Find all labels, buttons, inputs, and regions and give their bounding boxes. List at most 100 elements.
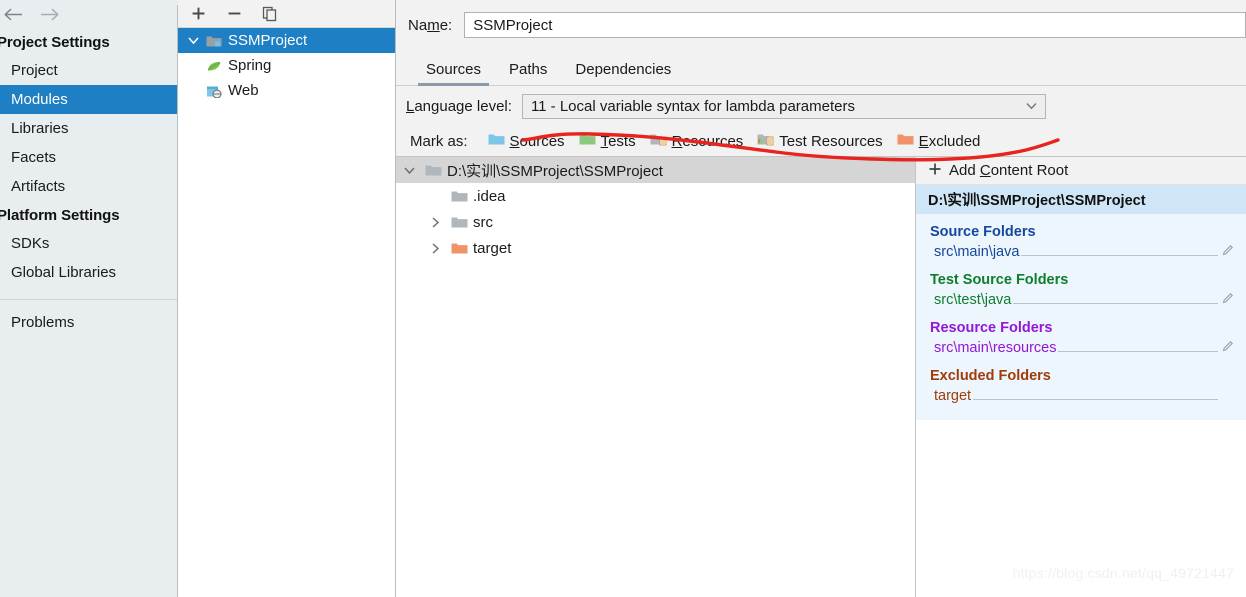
sidebar-item-label: Problems (11, 314, 75, 331)
chevron-right-icon[interactable] (422, 242, 448, 254)
mnemonic-char: E (918, 132, 929, 150)
sidebar-item-libraries[interactable]: Libraries (0, 114, 177, 143)
sidebar-item-artifacts[interactable]: Artifacts (0, 172, 177, 201)
sidebar-item-label: Project (11, 62, 58, 79)
test-source-folders-title: Test Source Folders (930, 272, 1069, 288)
module-name-value: SSMProject (473, 16, 553, 34)
remove-module-icon[interactable] (224, 4, 244, 24)
sidebar-group-project-settings: Project Settings (0, 34, 110, 51)
sidebar-item-sdks[interactable]: SDKs (0, 229, 177, 258)
excluded-folder-path: target (934, 388, 972, 404)
test-resources-folder-icon (757, 132, 774, 150)
sidebar-item-label: Libraries (11, 120, 69, 137)
entry-rule (1058, 350, 1218, 352)
add-prefix: Add (949, 162, 980, 179)
tab-dependencies[interactable]: Dependencies (561, 61, 685, 85)
label-rest: xcluded (928, 132, 981, 150)
sources-split-pane: D:\实训\SSMProject\SSMProject .idea src ta… (396, 156, 1246, 597)
module-name-label: Name: (408, 16, 453, 34)
excluded-folders-title: Excluded Folders (930, 368, 1051, 384)
tab-label: Dependencies (575, 61, 672, 78)
plus-icon (928, 162, 942, 179)
folder-tree-row-src[interactable]: src (396, 209, 915, 235)
content-folder-tree: D:\实训\SSMProject\SSMProject .idea src ta… (396, 157, 916, 597)
content-roots-body: D:\实训\SSMProject\SSMProject Source Folde… (916, 185, 1246, 420)
tab-label: Sources (426, 61, 482, 78)
mark-as-label: Mark as: (410, 132, 468, 150)
modules-tree: SSMProject Spring Web (178, 28, 395, 597)
sidebar-item-label: Artifacts (11, 178, 66, 195)
edit-pencil-icon[interactable] (1222, 244, 1236, 258)
sidebar-item-label: Facets (11, 149, 57, 166)
content-roots-panel: Add Content Root D:\实训\SSMProject\SSMPro… (916, 157, 1246, 597)
module-tabs: Sources Paths Dependencies (396, 50, 1246, 86)
folder-icon (448, 215, 470, 229)
mark-as-label-text: Excluded (919, 133, 981, 150)
add-content-root-button[interactable]: Add Content Root (916, 157, 1246, 185)
chevron-down-icon[interactable] (1026, 95, 1037, 118)
label-rest: esources (682, 132, 744, 150)
sidebar-item-project[interactable]: Project (0, 56, 177, 85)
tab-label: Paths (509, 61, 548, 78)
sidebar-item-facets[interactable]: Facets (0, 143, 177, 172)
module-tree-row-spring[interactable]: Spring (178, 53, 395, 78)
language-level-combobox[interactable]: 11 - Local variable syntax for lambda pa… (521, 93, 1046, 119)
module-tree-row-ssmproject[interactable]: SSMProject (178, 28, 395, 53)
mark-as-excluded-button[interactable]: Excluded (897, 132, 981, 150)
add-content-root-label: Add Content Root (949, 162, 1068, 179)
folder-tree-label: D:\实训\SSMProject\SSMProject (447, 162, 663, 180)
mark-as-label-text: Tests (601, 133, 636, 150)
mark-as-sources-button[interactable]: Sources (488, 132, 565, 150)
label-rest: ests (608, 132, 636, 150)
chevron-right-icon[interactable] (422, 216, 448, 228)
label-rest: ources (519, 132, 565, 150)
sidebar-item-problems[interactable]: Problems (0, 308, 177, 337)
tab-sources[interactable]: Sources (412, 61, 495, 86)
folder-icon (448, 189, 470, 203)
chevron-down-icon[interactable] (396, 166, 422, 175)
add-module-icon[interactable] (188, 4, 208, 24)
tests-folder-icon (579, 132, 596, 150)
module-tree-row-web[interactable]: Web (178, 78, 395, 103)
language-level-mnemonic: L (406, 97, 415, 115)
mark-as-row: Mark as: Sources Tests Resources Test Re… (396, 126, 1246, 156)
excluded-folder-icon (448, 241, 470, 255)
module-name-input[interactable]: SSMProject (464, 12, 1246, 38)
arrow-left-icon[interactable] (2, 3, 24, 25)
entry-rule (1013, 302, 1218, 304)
test-source-folder-entry[interactable]: src\test\java (916, 290, 1246, 310)
resource-folder-path: src\main\resources (934, 340, 1057, 356)
source-folder-entry[interactable]: src\main\java (916, 242, 1246, 262)
spring-leaf-icon (204, 59, 224, 73)
source-folders-title: Source Folders (930, 224, 1036, 240)
module-tree-label: Web (228, 82, 259, 99)
edit-pencil-icon[interactable] (1222, 340, 1236, 354)
chevron-down-icon[interactable] (182, 36, 204, 45)
resource-folder-entry[interactable]: src\main\resources (916, 338, 1246, 358)
language-level-value: 11 - Local variable syntax for lambda pa… (530, 97, 855, 115)
sources-folder-icon (488, 132, 505, 150)
mark-as-tests-button[interactable]: Tests (579, 132, 636, 150)
mark-as-label-text: Resources (672, 133, 744, 150)
project-structure-dialog: Project Settings Project Modules Librari… (0, 0, 1246, 597)
module-detail-area: Name: SSMProject Sources Paths Dependenc… (396, 0, 1246, 597)
mark-as-test-resources-button[interactable]: Test Resources (757, 132, 883, 150)
folder-tree-row-target[interactable]: target (396, 235, 915, 261)
excluded-folder-entry[interactable]: target (916, 386, 1246, 406)
arrow-right-icon[interactable] (38, 3, 60, 25)
name-mnemonic: m (427, 16, 440, 34)
sidebar-item-modules[interactable]: Modules (0, 85, 177, 114)
copy-module-icon[interactable] (260, 4, 280, 24)
tab-paths[interactable]: Paths (495, 61, 561, 85)
folder-tree-label: src (473, 213, 493, 231)
edit-pencil-icon[interactable] (1222, 292, 1236, 306)
mnemonic-char: R (671, 132, 683, 150)
folder-tree-row-content-root[interactable]: D:\实训\SSMProject\SSMProject (396, 157, 915, 183)
folder-tree-row-idea[interactable]: .idea (396, 183, 915, 209)
module-folder-icon (204, 34, 224, 48)
mnemonic-char: C (979, 162, 991, 179)
content-root-path-header[interactable]: D:\实训\SSMProject\SSMProject (916, 185, 1246, 214)
modules-toolbar (178, 0, 395, 28)
sidebar-item-global-libraries[interactable]: Global Libraries (0, 258, 177, 287)
mark-as-resources-button[interactable]: Resources (650, 132, 744, 150)
